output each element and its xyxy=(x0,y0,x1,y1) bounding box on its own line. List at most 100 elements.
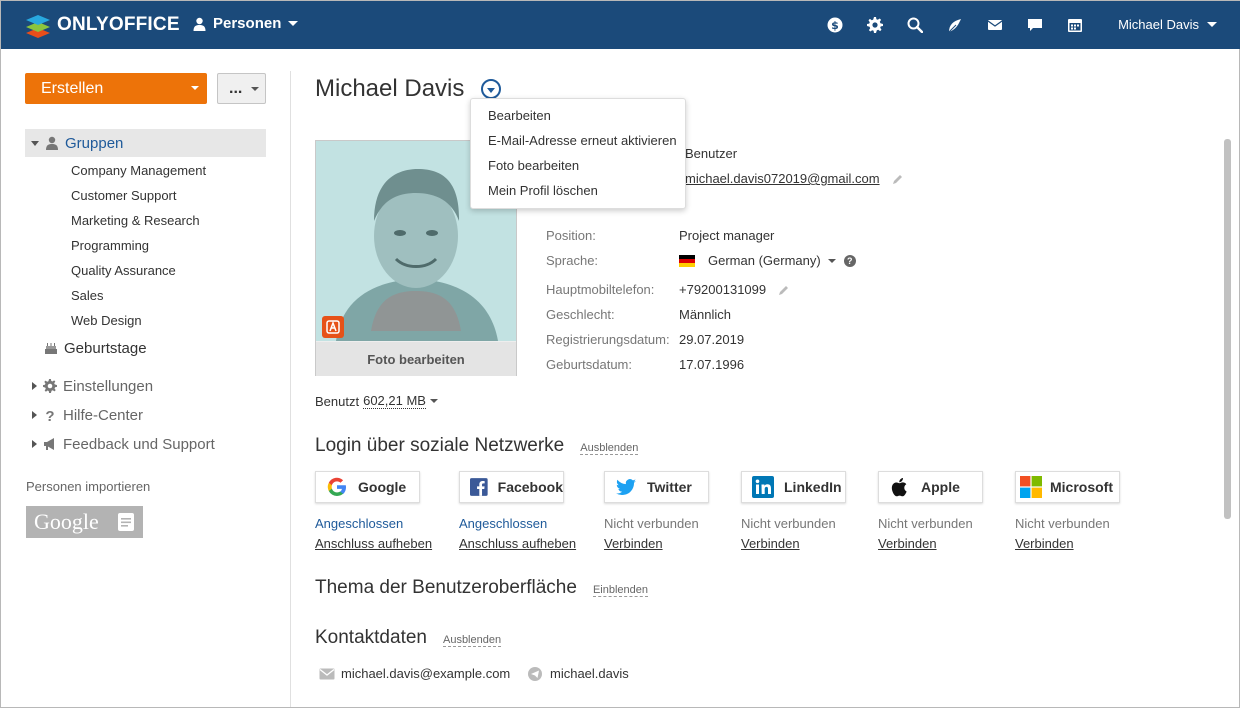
theme-toggle-link[interactable]: Einblenden xyxy=(592,584,648,597)
sidebar-item-groups[interactable]: Gruppen xyxy=(25,129,266,157)
user-email-link[interactable]: michael.davis072019@gmail.com xyxy=(685,171,880,186)
menu-item-edit[interactable]: Bearbeiten xyxy=(471,104,685,129)
field-value: German (Germany) xyxy=(708,253,821,268)
group-item[interactable]: Customer Support xyxy=(71,186,206,211)
create-button[interactable]: Erstellen xyxy=(25,73,207,104)
chat-icon[interactable] xyxy=(1025,15,1045,35)
sidebar-item-label: Hilfe-Center xyxy=(63,406,144,424)
german-flag-icon xyxy=(679,254,695,267)
calendar-icon[interactable] xyxy=(1065,15,1085,35)
chevron-down-icon xyxy=(827,258,836,263)
person-icon xyxy=(193,17,206,31)
connect-linkedin-link[interactable]: Verbinden xyxy=(741,536,846,551)
social-linkedin: LinkedIn Nicht verbunden Verbinden xyxy=(741,471,846,551)
sidebar-item-feedback[interactable]: Feedback und Support xyxy=(25,433,215,455)
feed-icon[interactable] xyxy=(945,15,965,35)
chevron-down-icon xyxy=(1207,22,1217,27)
sidebar-item-settings[interactable]: Einstellungen xyxy=(25,375,153,397)
social-toggle-link[interactable]: Ausblenden xyxy=(580,442,639,455)
group-item[interactable]: Company Management xyxy=(71,161,206,186)
group-item[interactable]: Sales xyxy=(71,286,206,311)
pencil-icon[interactable] xyxy=(778,284,790,296)
module-label: Personen xyxy=(213,15,282,32)
sidebar-item-birthdays[interactable]: Geburtstage xyxy=(44,337,147,359)
contact-section-header: Kontaktdaten Ausblenden xyxy=(315,627,502,649)
expand-icon[interactable] xyxy=(32,382,37,390)
field-label: Hauptmobiltelefon: xyxy=(546,282,655,297)
field-label: Sprache: xyxy=(546,253,599,268)
group-item[interactable]: Quality Assurance xyxy=(71,261,206,286)
connect-apple-link[interactable]: Verbinden xyxy=(878,536,983,551)
microsoft-button[interactable]: Microsoft xyxy=(1015,471,1120,503)
disconnect-facebook-link[interactable]: Anschluss aufheben xyxy=(459,536,576,551)
language-selector[interactable]: German (Germany) ? xyxy=(679,253,856,268)
chevron-down-icon xyxy=(288,21,299,26)
expand-icon[interactable] xyxy=(32,440,37,448)
pencil-icon[interactable] xyxy=(892,173,904,185)
megaphone-icon xyxy=(44,438,54,450)
contact-email-value[interactable]: michael.davis@example.com xyxy=(341,666,510,681)
social-status: Angeschlossen xyxy=(315,516,404,531)
expand-icon[interactable] xyxy=(31,140,39,146)
user-role: Benutzer xyxy=(685,146,738,161)
logo[interactable]: ONLYOFFICE xyxy=(25,11,180,39)
chevron-down-icon xyxy=(191,86,199,90)
profile-actions-menu: Bearbeiten E-Mail-Adresse erneut aktivie… xyxy=(470,98,686,209)
apple-button[interactable]: Apple xyxy=(878,471,983,503)
edit-photo-button[interactable]: Foto bearbeiten xyxy=(316,342,516,376)
cake-icon xyxy=(45,343,57,354)
gear-icon[interactable] xyxy=(865,15,885,35)
apple-icon xyxy=(891,478,907,497)
profile-menu-toggle[interactable] xyxy=(481,79,501,99)
mail-icon[interactable] xyxy=(985,15,1005,35)
social-name: Microsoft xyxy=(1050,479,1113,495)
more-actions-button[interactable]: ... xyxy=(217,73,266,104)
disconnect-google-link[interactable]: Anschluss aufheben xyxy=(315,536,432,551)
search-icon[interactable] xyxy=(905,15,925,35)
chevron-down-icon[interactable] xyxy=(429,399,438,403)
chevron-down-icon xyxy=(487,87,495,93)
contact-email: michael.davis@example.com xyxy=(319,666,510,681)
connect-twitter-link[interactable]: Verbinden xyxy=(604,536,709,551)
menu-item-edit-photo[interactable]: Foto bearbeiten xyxy=(471,154,685,179)
group-list: Company Management Customer Support Mark… xyxy=(71,161,206,336)
contact-toggle-link[interactable]: Ausblenden xyxy=(442,634,502,647)
group-item[interactable]: Programming xyxy=(71,236,206,261)
linkedin-button[interactable]: LinkedIn xyxy=(741,471,846,503)
group-item[interactable]: Web Design xyxy=(71,311,206,336)
social-twitter: Twitter Nicht verbunden Verbinden xyxy=(604,471,709,551)
section-title: Thema der Benutzeroberfläche xyxy=(315,577,577,598)
social-status: Angeschlossen xyxy=(459,516,548,531)
facebook-button[interactable]: Facebook xyxy=(459,471,564,503)
social-status: Nicht verbunden xyxy=(878,516,973,531)
sidebar-item-label: Feedback und Support xyxy=(63,435,215,453)
import-label: Personen importieren xyxy=(26,479,151,494)
social-name: LinkedIn xyxy=(784,479,842,495)
field-value: 29.07.2019 xyxy=(679,332,745,347)
social-facebook: Facebook Angeschlossen Anschluss aufhebe… xyxy=(459,471,576,551)
google-button[interactable]: Google xyxy=(315,471,420,503)
user-email: michael.davis072019@gmail.com xyxy=(685,171,904,186)
help-icon[interactable]: ? xyxy=(843,254,856,267)
group-item[interactable]: Marketing & Research xyxy=(71,211,206,236)
scrollbar[interactable] xyxy=(1224,139,1231,519)
connect-microsoft-link[interactable]: Verbinden xyxy=(1015,536,1120,551)
twitter-button[interactable]: Twitter xyxy=(604,471,709,503)
social-google: Google Angeschlossen Anschluss aufheben xyxy=(315,471,432,551)
profile-name: Michael Davis xyxy=(315,75,465,102)
module-switcher[interactable]: Personen xyxy=(193,15,299,32)
google-import-button[interactable]: Google xyxy=(26,506,143,538)
section-title: Login über soziale Netzwerke xyxy=(315,435,565,456)
contact-telegram-value[interactable]: michael.davis xyxy=(550,666,629,681)
expand-icon[interactable] xyxy=(32,411,37,419)
sidebar-item-help[interactable]: ? Hilfe-Center xyxy=(25,404,143,426)
storage-used-value[interactable]: 602,21 MB xyxy=(363,393,426,409)
chevron-down-icon xyxy=(251,87,259,91)
menu-item-delete-profile[interactable]: Mein Profil löschen xyxy=(471,179,685,204)
field-label: Registrierungsdatum: xyxy=(546,332,670,347)
money-icon[interactable]: $ xyxy=(825,15,845,35)
facebook-icon xyxy=(470,478,488,496)
menu-item-reactivate-email[interactable]: E-Mail-Adresse erneut aktivieren xyxy=(471,129,685,154)
user-menu[interactable]: Michael Davis xyxy=(1118,17,1217,32)
admin-badge-icon xyxy=(322,316,344,338)
